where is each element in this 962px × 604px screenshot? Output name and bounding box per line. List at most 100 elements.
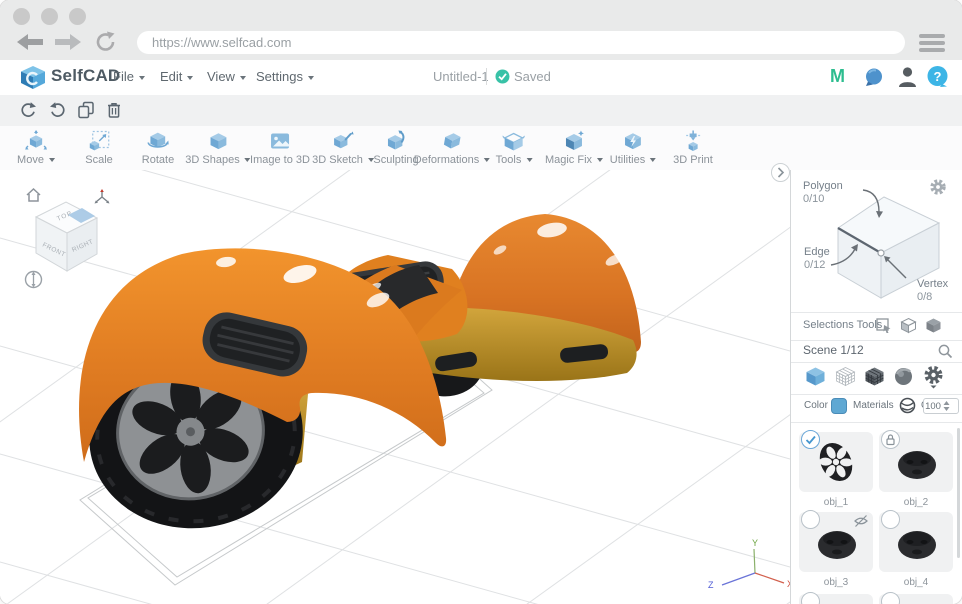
browser-chrome: https://www.selfcad.com [0, 0, 962, 60]
axis-z-label: Z [708, 580, 714, 590]
header-divider [486, 68, 487, 85]
edge-label: Edge [804, 246, 830, 258]
view-settings-gear-icon[interactable] [923, 365, 944, 389]
tool-rotate[interactable]: Rotate [142, 130, 174, 166]
scene-label[interactable]: Scene 1/12 [803, 343, 864, 357]
back-icon[interactable] [16, 33, 44, 51]
stepper-arrows-icon[interactable] [942, 400, 951, 412]
cube-faces-select-icon[interactable] [900, 317, 917, 334]
panel-collapse-button[interactable] [771, 163, 790, 182]
solid-view-icon[interactable] [805, 366, 826, 387]
object-select-obj4[interactable] [881, 510, 900, 529]
tool-scale[interactable]: Scale [85, 130, 113, 166]
object-select-check-obj1[interactable] [801, 430, 820, 449]
tool-3d-sketch[interactable]: 3D Sketch [312, 130, 374, 166]
window-dot-3[interactable] [69, 8, 86, 25]
opacity-input[interactable] [924, 401, 942, 412]
help-icon[interactable]: ? [926, 65, 949, 88]
undo-icon[interactable] [19, 101, 37, 119]
menu-edit[interactable]: Edit [160, 69, 193, 84]
opacity-stepper[interactable] [923, 398, 959, 414]
object-name-obj4[interactable]: obj_4 [879, 577, 953, 588]
object-name-obj1[interactable]: obj_1 [799, 497, 873, 508]
refresh-icon[interactable] [95, 31, 117, 53]
main-toolbar: Move Scale Rotate 3D Shapes [0, 126, 962, 171]
scale-icon [88, 130, 110, 152]
marquee-select-icon[interactable] [875, 317, 892, 334]
app-header: SelfCAD File Edit View Settings Untitled… [0, 60, 962, 96]
home-view-icon[interactable] [25, 187, 42, 203]
deformations-icon [441, 130, 463, 152]
color-label: Color [804, 400, 828, 411]
viewport-3d[interactable]: Y Z X TOP FRONT RIGHT [0, 170, 790, 604]
edge-count: 0/12 [804, 259, 825, 271]
tool-3d-shapes[interactable]: 3D Shapes [185, 130, 250, 166]
scene-canvas: Y Z X [0, 170, 790, 604]
selection-modes-diagram[interactable] [791, 170, 962, 312]
render-view-icon[interactable] [893, 366, 914, 387]
object-name-obj2[interactable]: obj_2 [879, 497, 953, 508]
url-bar[interactable]: https://www.selfcad.com [137, 31, 905, 54]
pan-view-icon[interactable] [24, 270, 43, 289]
tool-sculpting[interactable]: Sculpting [373, 130, 418, 166]
3d-sketch-icon [332, 130, 354, 152]
hidden-eye-icon[interactable] [853, 514, 869, 528]
tool-magic-fix[interactable]: Magic Fix [545, 130, 603, 166]
tool-deformations[interactable]: Deformations [414, 130, 490, 166]
forward-icon[interactable] [54, 33, 82, 51]
copy-icon[interactable] [77, 101, 95, 119]
image-to-3d-icon [269, 130, 291, 152]
3d-print-icon [682, 130, 704, 152]
objects-scrollbar[interactable] [957, 428, 960, 558]
app-name: SelfCAD [51, 66, 120, 86]
window-dot-2[interactable] [41, 8, 58, 25]
tools-icon [503, 130, 525, 152]
vertex-count: 0/8 [917, 291, 932, 303]
cube-solid-select-icon[interactable] [925, 317, 942, 334]
browser-window: https://www.selfcad.com SelfCAD File Edi… [0, 0, 962, 604]
tool-move[interactable]: Move [17, 130, 55, 166]
mesh-view-icon[interactable] [864, 366, 885, 387]
sculpting-icon [385, 130, 407, 152]
window-dot-1[interactable] [13, 8, 30, 25]
help-glyph: ? [934, 69, 942, 84]
move-icon [25, 130, 47, 152]
hoverboard-model[interactable] [77, 214, 641, 542]
vertex-dot [878, 250, 884, 256]
object-select-partial[interactable] [881, 592, 900, 604]
menu-view[interactable]: View [207, 69, 246, 84]
saved-check-icon [495, 69, 510, 84]
document-title[interactable]: Untitled-1 [433, 69, 489, 84]
color-swatch[interactable] [831, 398, 847, 414]
save-status: Saved [514, 69, 551, 84]
materials-label: Materials [853, 400, 894, 411]
delete-icon[interactable] [105, 101, 123, 119]
axis-y-label: Y [752, 538, 758, 548]
object-lock-obj2[interactable] [881, 430, 900, 449]
scene-search-icon[interactable] [938, 344, 953, 359]
utilities-icon [622, 130, 644, 152]
3d-shapes-icon [207, 130, 229, 152]
tool-utilities[interactable]: Utilities [610, 130, 656, 166]
menu-file[interactable]: File [113, 69, 145, 84]
wireframe-view-icon[interactable] [835, 366, 856, 387]
account-icon[interactable] [898, 66, 917, 88]
menu-settings[interactable]: Settings [256, 69, 314, 84]
workspace-badge[interactable]: M [830, 66, 845, 87]
rotate-icon [147, 130, 169, 152]
orientation-axes-icon[interactable] [93, 189, 111, 206]
object-select-obj3[interactable] [801, 510, 820, 529]
tool-3d-print[interactable]: 3D Print [673, 130, 713, 166]
tool-tools[interactable]: Tools [496, 130, 533, 166]
object-select-partial[interactable] [801, 592, 820, 604]
object-name-obj3[interactable]: obj_3 [799, 577, 873, 588]
action-bar: Select Start point. Use Option '+' or '-… [0, 95, 962, 127]
materials-icon[interactable] [899, 397, 916, 414]
redo-icon[interactable] [49, 101, 67, 119]
tool-image-to-3d[interactable]: Image to 3D [250, 130, 310, 166]
chevron-right-icon [772, 164, 789, 181]
selections-tools-label: Selections Tools [803, 319, 882, 331]
notifications-icon[interactable] [863, 67, 884, 88]
vertex-label: Vertex [917, 278, 948, 290]
selfcad-logo-icon[interactable] [20, 65, 47, 90]
